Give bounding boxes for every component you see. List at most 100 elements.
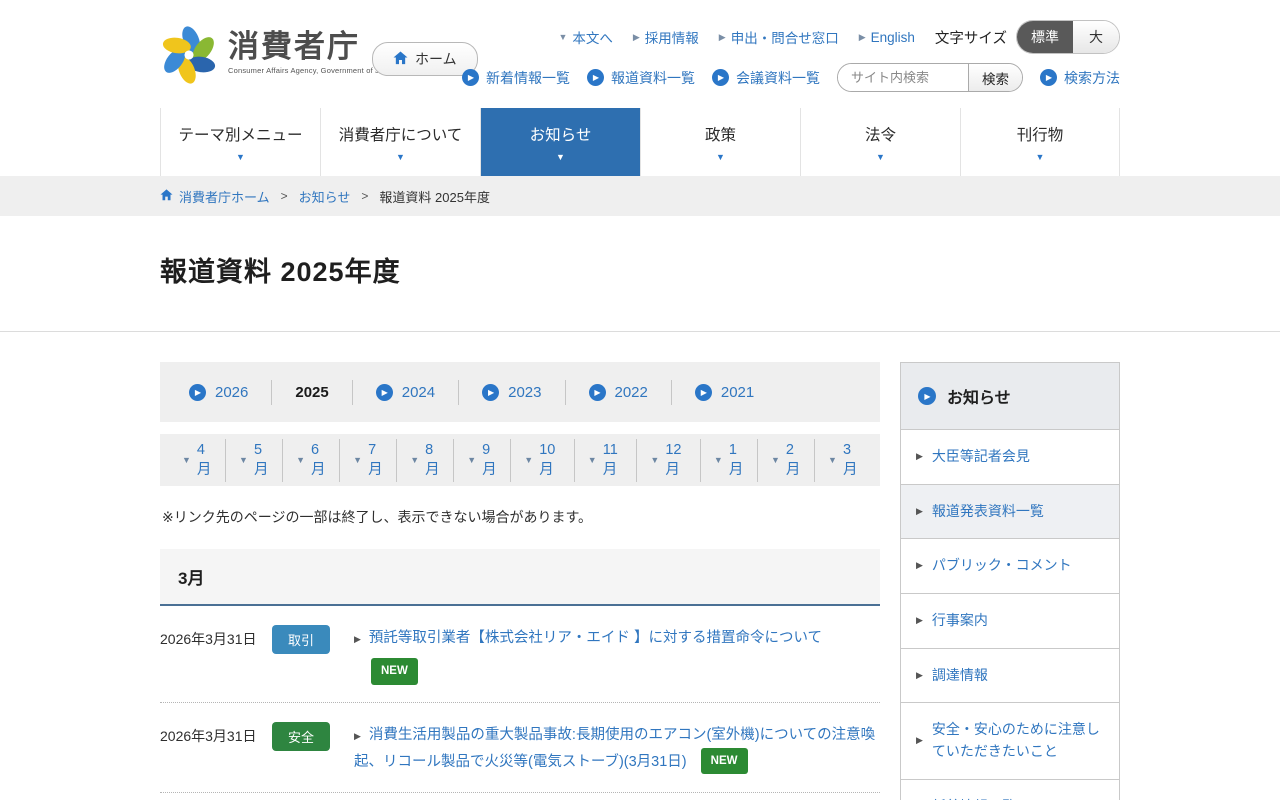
caret-down-icon: ▼ xyxy=(467,455,476,465)
month-tab-8月[interactable]: ▼ 8月 xyxy=(396,439,453,482)
nav-tab-お知らせ[interactable]: お知らせ ▼ xyxy=(480,108,640,176)
search-help-link[interactable]: ▶ 検索方法 xyxy=(1040,68,1120,88)
year-tab-2026[interactable]: ▶ 2026 xyxy=(166,380,271,405)
sidebar-item-安全・安心のために注意していただきたいこと[interactable]: ▶ 安全・安心のために注意していただきたいこと xyxy=(901,702,1119,778)
caret-right-icon: ▶ xyxy=(354,634,361,644)
month-tab-9月[interactable]: ▼ 9月 xyxy=(453,439,510,482)
press-materials-list-link[interactable]: ▶ 報道資料一覧 xyxy=(587,68,695,88)
site-search: 検索 xyxy=(837,63,1023,92)
month-tab-12月[interactable]: ▼ 12月 xyxy=(636,439,700,482)
breadcrumb-current: 報道資料 2025年度 xyxy=(379,187,490,206)
month-tab-5月[interactable]: ▼ 5月 xyxy=(225,439,282,482)
agency-name-english: Consumer Affairs Agency, Government of J… xyxy=(228,66,397,75)
caret-down-icon: ▼ xyxy=(558,32,567,42)
skip-to-content-link[interactable]: ▼ 本文へ xyxy=(558,27,612,47)
circle-arrow-icon: ▶ xyxy=(587,69,604,86)
news-link[interactable]: 消費生活用製品の重大製品事故:長期使用のエアコン(室外機)についての注意喚起、リ… xyxy=(354,727,875,770)
year-tab-2022[interactable]: ▶ 2022 xyxy=(565,380,671,405)
breadcrumb-bar: 消費者庁ホーム>お知らせ>報道資料 2025年度 xyxy=(0,176,1280,216)
caret-down-icon: ▼ xyxy=(771,455,780,465)
chevron-down-icon: ▼ xyxy=(1036,152,1045,162)
month-tab-10月[interactable]: ▼ 10月 xyxy=(510,439,574,482)
search-button[interactable]: 検索 xyxy=(968,64,1022,91)
breadcrumb-link[interactable]: 消費者庁ホーム xyxy=(160,187,270,206)
caret-down-icon: ▼ xyxy=(650,455,659,465)
month-section-heading: 3月 xyxy=(160,549,880,606)
month-tab-2月[interactable]: ▼ 2月 xyxy=(757,439,814,482)
month-tab-1月[interactable]: ▼ 1月 xyxy=(700,439,757,482)
circle-arrow-icon: ▶ xyxy=(1040,69,1057,86)
recruit-info-link[interactable]: ▶ 採用情報 xyxy=(633,27,699,47)
caret-down-icon: ▼ xyxy=(182,455,191,465)
nav-tab-消費者庁について[interactable]: 消費者庁について ▼ xyxy=(320,108,480,176)
chevron-down-icon: ▼ xyxy=(396,152,405,162)
caret-down-icon: ▼ xyxy=(588,455,597,465)
main-column: ▶ 2026 2025 ▶ 2024 ▶ 2023 ▶ 2022 ▶ 2021 … xyxy=(160,362,880,800)
sidebar-item-新着情報一覧[interactable]: ▶ 新着情報一覧 xyxy=(901,779,1119,800)
category-badge[interactable]: 取引 xyxy=(272,625,330,654)
home-icon xyxy=(393,51,408,68)
month-tab-3月[interactable]: ▼ 3月 xyxy=(814,439,871,482)
english-link[interactable]: ▶ English xyxy=(859,30,915,45)
nav-tab-法令[interactable]: 法令 ▼ xyxy=(800,108,960,176)
agency-logo-mark xyxy=(160,26,218,89)
caret-right-icon: ▶ xyxy=(916,505,923,519)
sidebar-item-調達情報[interactable]: ▶ 調達情報 xyxy=(901,648,1119,703)
quick-links-row: ▶ 新着情報一覧 ▶ 報道資料一覧 ▶ 会議資料一覧 検索 ▶ 検索方法 xyxy=(462,63,1120,92)
news-link[interactable]: 預託等取引業者【株式会社リア・エイド 】に対する措置命令について xyxy=(369,630,822,646)
circle-arrow-icon: ▶ xyxy=(376,384,393,401)
breadcrumb-link[interactable]: お知らせ xyxy=(299,187,351,206)
new-badge: NEW xyxy=(371,658,418,684)
sidebar-item-報道発表資料一覧[interactable]: ▶ 報道発表資料一覧 xyxy=(901,484,1119,539)
agency-logo[interactable]: 消費者庁 Consumer Affairs Agency, Government… xyxy=(160,26,397,89)
month-tabs: ▼ 4月 ▼ 5月 ▼ 6月 ▼ 7月 ▼ 8月 ▼ 9月 ▼ 10月 ▼ 11… xyxy=(160,434,880,486)
sidebar-item-大臣等記者会見[interactable]: ▶ 大臣等記者会見 xyxy=(901,429,1119,484)
year-tab-2024[interactable]: ▶ 2024 xyxy=(352,380,458,405)
caret-right-icon: ▶ xyxy=(916,669,923,683)
font-size-large-button[interactable]: 大 xyxy=(1073,21,1119,53)
nav-tab-刊行物[interactable]: 刊行物 ▼ xyxy=(960,108,1120,176)
chevron-down-icon: ▼ xyxy=(236,152,245,162)
inquiry-window-link[interactable]: ▶ 申出・問合せ窓口 xyxy=(719,27,839,47)
year-tab-2021[interactable]: ▶ 2021 xyxy=(671,380,777,405)
month-tab-7月[interactable]: ▼ 7月 xyxy=(339,439,396,482)
new-badge: NEW xyxy=(701,748,748,774)
circle-arrow-icon: ▶ xyxy=(482,384,499,401)
caret-right-icon: ▶ xyxy=(916,614,923,628)
caret-right-icon: ▶ xyxy=(916,559,923,573)
sidebar-news-menu: ▶ お知らせ ▶ 大臣等記者会見 ▶ 報道発表資料一覧 ▶ パブリック・コメント… xyxy=(900,362,1120,800)
page-title: 報道資料 2025年度 xyxy=(160,250,1120,289)
caret-right-icon: ▶ xyxy=(719,32,726,43)
year-tab-2023[interactable]: ▶ 2023 xyxy=(458,380,564,405)
search-input[interactable] xyxy=(838,64,968,91)
meeting-materials-list-link[interactable]: ▶ 会議資料一覧 xyxy=(712,68,820,88)
month-tab-11月[interactable]: ▼ 11月 xyxy=(574,439,637,482)
news-item: 2026年3月31日 安全 ▶消費生活用製品の重大製品事故:長期使用のエアコン(… xyxy=(160,703,880,793)
sidebar-item-パブリック・コメント[interactable]: ▶ パブリック・コメント xyxy=(901,538,1119,593)
caret-down-icon: ▼ xyxy=(828,455,837,465)
circle-arrow-icon: ▶ xyxy=(712,69,729,86)
circle-arrow-icon: ▶ xyxy=(189,384,206,401)
month-tab-4月[interactable]: ▼ 4月 xyxy=(169,439,225,482)
caret-down-icon: ▼ xyxy=(239,455,248,465)
font-size-standard-button[interactable]: 標準 xyxy=(1017,21,1073,53)
sidebar-item-行事案内[interactable]: ▶ 行事案内 xyxy=(901,593,1119,648)
chevron-down-icon: ▼ xyxy=(716,152,725,162)
nav-tab-政策[interactable]: 政策 ▼ xyxy=(640,108,800,176)
circle-arrow-icon: ▶ xyxy=(695,384,712,401)
month-tab-6月[interactable]: ▼ 6月 xyxy=(282,439,339,482)
sidebar-column: ▶ お知らせ ▶ 大臣等記者会見 ▶ 報道発表資料一覧 ▶ パブリック・コメント… xyxy=(900,362,1120,800)
link-expiry-notice: ※リンク先のページの一部は終了し、表示できない場合があります。 xyxy=(162,507,878,527)
caret-right-icon: ▶ xyxy=(859,32,866,43)
chevron-down-icon: ▼ xyxy=(876,152,885,162)
circle-arrow-icon: ▶ xyxy=(589,384,606,401)
year-tab-2025: 2025 xyxy=(271,380,351,405)
category-badge[interactable]: 安全 xyxy=(272,722,330,751)
home-icon xyxy=(160,189,173,204)
caret-down-icon: ▼ xyxy=(524,455,533,465)
news-date: 2026年3月31日 xyxy=(160,722,272,746)
caret-down-icon: ▼ xyxy=(353,455,362,465)
new-info-list-link[interactable]: ▶ 新着情報一覧 xyxy=(462,68,570,88)
circle-arrow-icon: ▶ xyxy=(462,69,479,86)
nav-tab-テーマ別メニュー[interactable]: テーマ別メニュー ▼ xyxy=(160,108,320,176)
